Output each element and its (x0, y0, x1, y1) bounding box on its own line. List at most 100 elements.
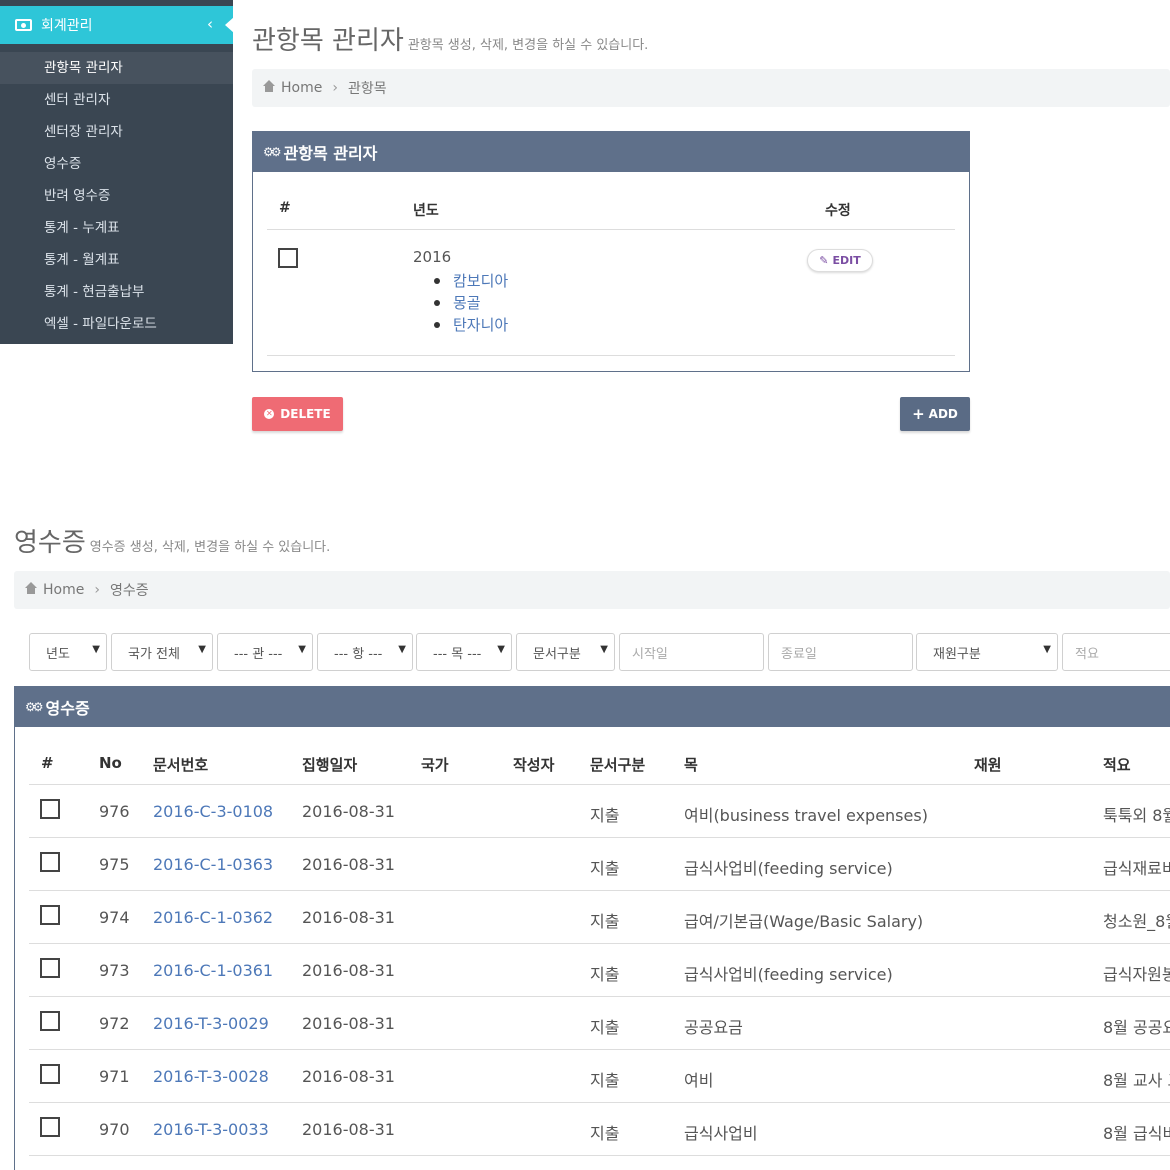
row-doc-no-link[interactable]: 2016-C-1-0361 (153, 961, 273, 980)
sidebar-item-receipts[interactable]: 영수증 (0, 148, 233, 180)
column-hash: # (279, 200, 291, 216)
close-circle-icon: ✕ (264, 409, 275, 419)
active-indicator (225, 17, 234, 33)
edit-button-label: EDIT (832, 254, 861, 267)
hang-select[interactable]: --- 항 --- ▼ (317, 633, 413, 671)
sidebar-item-account-manager[interactable]: 관항목 관리자 (0, 52, 233, 84)
row-doc-no-link[interactable]: 2016-T-3-0028 (153, 1067, 269, 1086)
row-checkbox[interactable] (40, 799, 60, 819)
row-mok: 공공요금 (684, 1018, 743, 1037)
country-select[interactable]: 국가 전체 ▼ (111, 633, 213, 671)
column-date[interactable]: 집행일자 (302, 754, 357, 775)
breadcrumb-home[interactable]: Home (281, 80, 322, 96)
fund-select[interactable]: 재원구분 ▼ (916, 633, 1058, 671)
page-subtitle: 영수증 생성, 삭제, 변경을 하실 수 있습니다. (89, 540, 331, 555)
country-link[interactable]: 캄보디아 (433, 270, 508, 292)
gwan-select-value: --- 관 --- (234, 646, 283, 662)
row-doc-type: 지출 (590, 1018, 620, 1037)
row-checkbox[interactable] (40, 1117, 60, 1137)
table-row[interactable]: 972 2016-T-3-0029 2016-08-31 지출 공공요금 8월 … (29, 997, 1170, 1050)
table-row[interactable]: 970 2016-T-3-0033 2016-08-31 지출 급식사업비 8월… (29, 1103, 1170, 1156)
country-select-value: 국가 전체 (128, 646, 180, 662)
row-checkbox[interactable] (278, 248, 298, 268)
row-checkbox[interactable] (40, 1064, 60, 1084)
column-author[interactable]: 작성자 (513, 754, 554, 775)
country-link[interactable]: 몽골 (433, 292, 508, 314)
column-no[interactable]: No (99, 754, 122, 772)
row-memo: 8월 급식비 (1103, 1124, 1170, 1143)
end-date-input[interactable]: 종료일 (768, 633, 913, 671)
table-row[interactable]: 976 2016-C-3-0108 2016-08-31 지출 여비(busin… (29, 785, 1170, 838)
column-doc-type[interactable]: 문서구분 (590, 754, 645, 775)
row-mok: 급여/기본급(Wage/Basic Salary) (684, 912, 924, 931)
row-doc-no-link[interactable]: 2016-C-3-0108 (153, 802, 273, 821)
column-country[interactable]: 국가 (421, 754, 449, 775)
add-button[interactable]: + ADD (900, 397, 970, 431)
row-no: 973 (99, 961, 130, 980)
chevron-left-icon[interactable]: ‹ (207, 15, 213, 33)
row-date: 2016-08-31 (302, 1014, 395, 1033)
edit-icon: ✎ (819, 254, 829, 267)
memo-placeholder: 적요 (1075, 646, 1099, 662)
row-checkbox[interactable] (40, 958, 60, 978)
panel-title: 영수증 (45, 699, 90, 718)
row-doc-type: 지출 (590, 1071, 620, 1090)
row-doc-no-link[interactable]: 2016-C-1-0363 (153, 855, 273, 874)
table-row[interactable]: 971 2016-T-3-0028 2016-08-31 지출 여비 8월 교사… (29, 1050, 1170, 1103)
sidebar-item-rejected-receipts[interactable]: 반려 영수증 (0, 180, 233, 212)
row-date: 2016-08-31 (302, 1067, 395, 1086)
doc-type-select[interactable]: 문서구분 ▼ (516, 633, 615, 671)
sidebar-section-accounting[interactable]: 회계관리 ‹ (0, 6, 234, 44)
row-mok: 급식사업비(feeding service) (684, 859, 893, 878)
row-no: 972 (99, 1014, 130, 1033)
column-doc-no[interactable]: 문서번호 (153, 754, 208, 775)
sidebar-item-center-head-manager[interactable]: 센터장 관리자 (0, 116, 233, 148)
column-edit: 수정 (825, 203, 851, 219)
page-title: 관항목 관리자 관항목 생성, 삭제, 변경을 하실 수 있습니다. (252, 20, 648, 57)
receipts-breadcrumb: Home › 영수증 (14, 571, 1170, 609)
delete-button[interactable]: ✕ DELETE (252, 397, 343, 431)
sidebar-item-stats-cashbook[interactable]: 통계 - 현금출납부 (0, 276, 233, 308)
mok-select[interactable]: --- 목 --- ▼ (416, 633, 512, 671)
gwan-select[interactable]: --- 관 --- ▼ (217, 633, 313, 671)
row-checkbox[interactable] (40, 852, 60, 872)
sidebar-item-excel-download[interactable]: 엑셀 - 파일다운로드 (0, 308, 233, 340)
row-doc-no-link[interactable]: 2016-T-3-0029 (153, 1014, 269, 1033)
column-mok[interactable]: 목 (684, 754, 698, 775)
column-fund[interactable]: 재원 (974, 754, 1002, 775)
row-doc-type: 지출 (590, 1124, 620, 1143)
year-select[interactable]: 년도 ▼ (29, 633, 107, 671)
row-mok: 급식사업비 (684, 1124, 758, 1143)
page-subtitle: 관항목 생성, 삭제, 변경을 하실 수 있습니다. (407, 38, 649, 53)
table-row[interactable]: 974 2016-C-1-0362 2016-08-31 지출 급여/기본급(W… (29, 891, 1170, 944)
column-memo[interactable]: 적요 (1103, 754, 1131, 775)
sidebar-item-stats-monthly[interactable]: 통계 - 월계표 (0, 244, 233, 276)
caret-down-icon: ▼ (198, 644, 206, 655)
row-no: 971 (99, 1067, 130, 1086)
table-row[interactable]: 975 2016-C-1-0363 2016-08-31 지출 급식사업비(fe… (29, 838, 1170, 891)
breadcrumb-current: 영수증 (109, 583, 149, 599)
row-mok: 급식사업비(feeding service) (684, 965, 893, 984)
row-memo: 툭툭외 8월 (1103, 806, 1170, 825)
row-doc-no-link[interactable]: 2016-T-3-0033 (153, 1120, 269, 1139)
row-doc-no-link[interactable]: 2016-C-1-0362 (153, 908, 273, 927)
breadcrumb-home[interactable]: Home (43, 582, 84, 598)
country-list: 캄보디아 몽골 탄자니아 (433, 270, 508, 336)
row-date: 2016-08-31 (302, 908, 395, 927)
row-mok: 여비 (684, 1071, 714, 1090)
caret-down-icon: ▼ (1043, 644, 1051, 655)
country-link[interactable]: 탄자니아 (433, 314, 508, 336)
memo-input[interactable]: 적요 (1062, 633, 1170, 671)
sidebar-item-center-manager[interactable]: 센터 관리자 (0, 84, 233, 116)
row-memo: 급식자원봉 (1103, 965, 1170, 984)
money-icon (15, 19, 32, 31)
start-date-input[interactable]: 시작일 (619, 633, 764, 671)
row-checkbox[interactable] (40, 1011, 60, 1031)
row-year: 2016 (413, 248, 452, 266)
row-checkbox[interactable] (40, 905, 60, 925)
sidebar-item-stats-cumulative[interactable]: 통계 - 누계표 (0, 212, 233, 244)
row-no: 974 (99, 908, 130, 927)
panel-title: 관항목 관리자 (283, 144, 378, 163)
table-row[interactable]: 973 2016-C-1-0361 2016-08-31 지출 급식사업비(fe… (29, 944, 1170, 997)
edit-button[interactable]: ✎ EDIT (807, 249, 873, 272)
